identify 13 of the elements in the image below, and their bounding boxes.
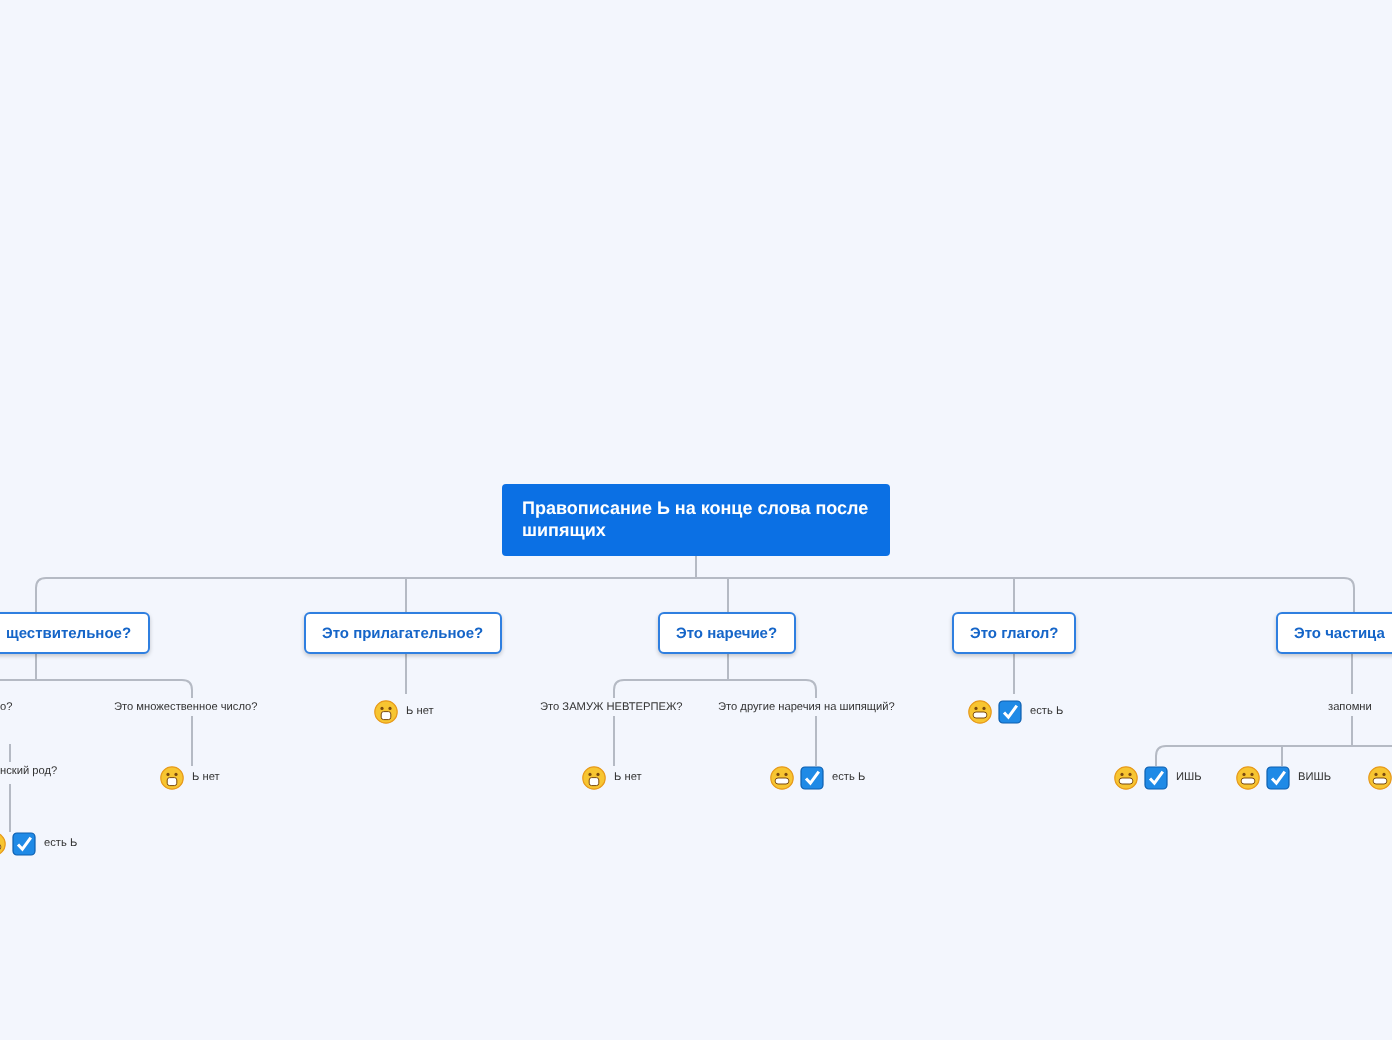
central-topic[interactable]: Правописание Ь на конце слова после шипящих: [502, 484, 890, 556]
checkmark-icon: [800, 766, 824, 790]
smiley-icon: [1236, 766, 1260, 790]
checkmark-icon: [12, 832, 36, 856]
smiley-icon: [582, 766, 606, 790]
smiley-icon: [374, 700, 398, 724]
smiley-icon: [770, 766, 794, 790]
checkmark-icon: [1266, 766, 1290, 790]
smiley-icon: [968, 700, 992, 724]
smiley-icon: [1114, 766, 1138, 790]
checkmark-icon: [1144, 766, 1168, 790]
smiley-icon: [160, 766, 184, 790]
checkmark-icon: [998, 700, 1022, 724]
